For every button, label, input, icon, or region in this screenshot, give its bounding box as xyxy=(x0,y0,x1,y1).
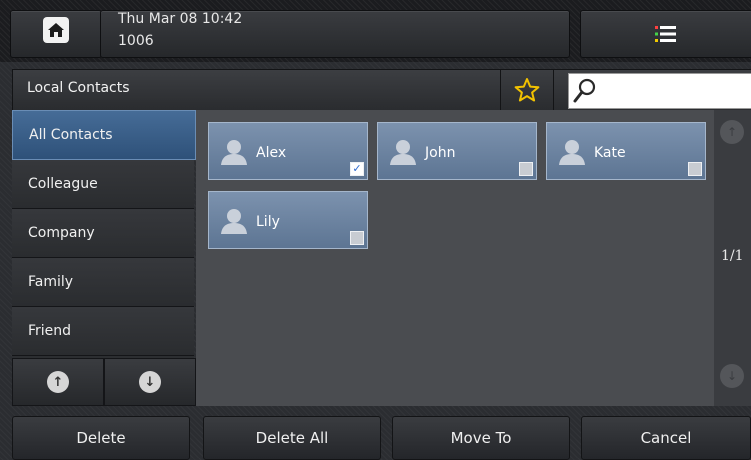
extension-label: 1006 xyxy=(118,33,154,49)
person-icon xyxy=(390,140,416,165)
arrow-down-icon: ↓ xyxy=(726,369,738,383)
contact-checkbox[interactable] xyxy=(350,231,364,245)
group-label: All Contacts xyxy=(29,127,113,143)
star-icon xyxy=(514,78,540,102)
arrow-up-icon: ↑ xyxy=(726,125,738,139)
group-label: Family xyxy=(28,274,74,290)
search-area xyxy=(553,69,751,111)
cancel-label: Cancel xyxy=(640,429,692,447)
favorites-button[interactable] xyxy=(500,69,554,111)
page-indicator: 1/1 xyxy=(721,248,744,264)
search-icon xyxy=(573,78,596,103)
menu-button[interactable] xyxy=(580,10,751,58)
group-item-friend[interactable]: Friend xyxy=(12,307,194,356)
group-label: Company xyxy=(28,225,95,241)
contact-card-john[interactable]: John xyxy=(377,122,537,180)
cancel-button[interactable]: Cancel xyxy=(581,416,751,460)
group-label: Friend xyxy=(28,323,72,339)
contact-pager: ↑ 1/1 ↓ xyxy=(714,110,751,406)
delete-label: Delete xyxy=(76,429,126,447)
person-icon xyxy=(221,140,247,165)
menu-list-icon xyxy=(655,24,677,48)
person-icon xyxy=(221,209,247,234)
page-title: Local Contacts xyxy=(27,80,130,96)
contact-card-alex[interactable]: Alex ✓ xyxy=(208,122,368,180)
contact-checkbox[interactable] xyxy=(519,162,533,176)
delete-all-label: Delete All xyxy=(255,429,329,447)
contact-name: Lily xyxy=(256,214,280,230)
date-time-label: Thu Mar 08 10:42 xyxy=(118,11,243,27)
move-to-label: Move To xyxy=(450,429,512,447)
page-title-bar: Local Contacts xyxy=(12,69,502,111)
contact-card-lily[interactable]: Lily xyxy=(208,191,368,249)
group-sidebar: All Contacts Colleague Company Family Fr… xyxy=(12,110,196,406)
contact-grid: Alex ✓ John Kate Lily xyxy=(196,110,714,406)
contact-name: Alex xyxy=(256,145,287,161)
contact-checkbox[interactable]: ✓ xyxy=(350,162,364,176)
contact-checkbox[interactable] xyxy=(688,162,702,176)
contact-name: John xyxy=(425,145,456,161)
arrow-up-icon: ↑ xyxy=(47,371,69,393)
group-item-company[interactable]: Company xyxy=(12,209,194,258)
home-icon xyxy=(43,17,69,43)
group-item-family[interactable]: Family xyxy=(12,258,194,307)
group-label: Colleague xyxy=(28,176,98,192)
group-scroll-up-button[interactable]: ↑ xyxy=(12,358,104,406)
delete-button[interactable]: Delete xyxy=(12,416,190,460)
contact-card-kate[interactable]: Kate xyxy=(546,122,706,180)
group-item-colleague[interactable]: Colleague xyxy=(12,160,194,209)
group-scroll-down-button[interactable]: ↓ xyxy=(104,358,196,406)
bottom-action-bar: Delete Delete All Move To Cancel xyxy=(0,410,751,460)
group-item-all-contacts[interactable]: All Contacts xyxy=(12,110,196,160)
page-up-button[interactable]: ↑ xyxy=(720,120,744,144)
page-down-button[interactable]: ↓ xyxy=(720,364,744,388)
delete-all-button[interactable]: Delete All xyxy=(203,416,381,460)
arrow-down-icon: ↓ xyxy=(139,371,161,393)
status-datetime: Thu Mar 08 10:42 1006 xyxy=(100,10,570,58)
search-input[interactable] xyxy=(568,73,751,109)
person-icon xyxy=(559,140,585,165)
contact-name: Kate xyxy=(594,145,626,161)
move-to-button[interactable]: Move To xyxy=(392,416,570,460)
home-button[interactable] xyxy=(10,10,102,58)
